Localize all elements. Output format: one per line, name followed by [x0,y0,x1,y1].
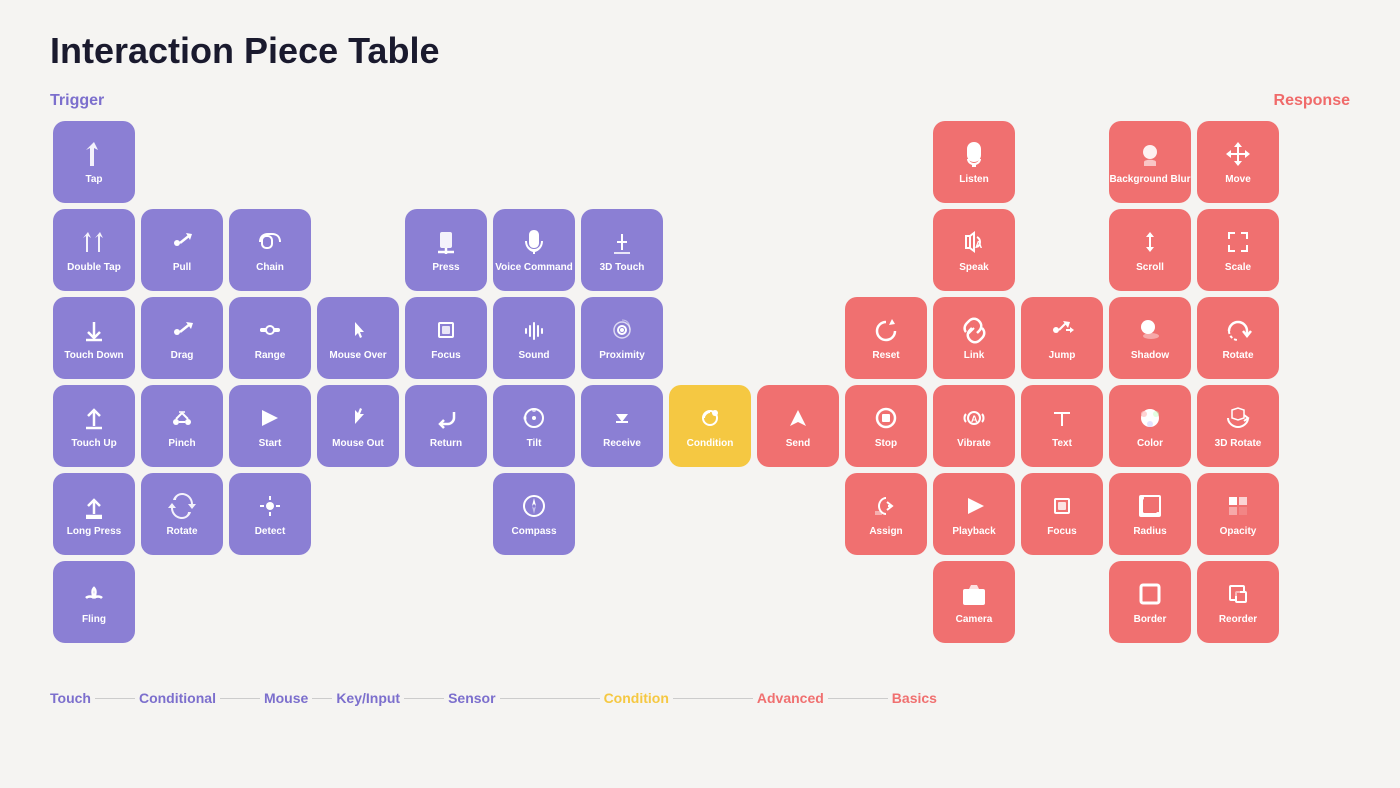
cell-speak[interactable]: A Speak [933,209,1015,291]
cell-background-blur[interactable]: Background Blur [1109,121,1191,203]
cell-move[interactable]: Move [1197,121,1279,203]
cell-compass[interactable]: Compass [493,473,575,555]
cell-return[interactable]: Return [405,385,487,467]
cell-sound[interactable]: Sound [493,297,575,379]
cell-mouse-over[interactable]: Mouse Over [317,297,399,379]
cell-3d-touch[interactable]: 3D Touch [581,209,663,291]
cell-rotate-resp[interactable]: Rotate [1197,297,1279,379]
cell-proximity[interactable]: Proximity [581,297,663,379]
trigger-label: Trigger [50,92,104,110]
cell-detect[interactable]: Detect [229,473,311,555]
cell-tilt[interactable]: Tilt [493,385,575,467]
response-label: Response [1274,92,1350,110]
cell-range[interactable]: Range [229,297,311,379]
cell-link[interactable]: Link [933,297,1015,379]
cell-focus-trig[interactable]: Focus [405,297,487,379]
cell-double-tap[interactable]: Double Tap [53,209,135,291]
cell-text[interactable]: Text [1021,385,1103,467]
cell-start[interactable]: Start [229,385,311,467]
cell-tap[interactable]: Tap [53,121,135,203]
cell-pinch[interactable]: Pinch [141,385,223,467]
cell-touch-down[interactable]: Touch Down [53,297,135,379]
cell-shadow[interactable]: Shadow [1109,297,1191,379]
svg-text:A: A [975,240,982,251]
page-title: Interaction Piece Table [50,30,1350,72]
cell-scale[interactable]: Scale [1197,209,1279,291]
footer-sensor: Sensor [448,690,495,706]
cell-playback[interactable]: Playback [933,473,1015,555]
cell-receive[interactable]: Receive [581,385,663,467]
cell-radius[interactable]: Radius [1109,473,1191,555]
cell-camera[interactable]: Camera [933,561,1015,643]
category-labels: Trigger Response [50,92,1350,110]
cell-condition[interactable]: Condition [669,385,751,467]
cell-chain[interactable]: Chain [229,209,311,291]
cell-3d-rotate[interactable]: 3D Rotate [1197,385,1279,467]
footer-condition: Condition [604,690,669,706]
footer-keyinput: Key/Input [336,690,400,706]
cell-focus-resp[interactable]: Focus [1021,473,1103,555]
cell-press[interactable]: Press [405,209,487,291]
cell-rotate-trig[interactable]: Rotate [141,473,223,555]
cell-jump[interactable]: Jump [1021,297,1103,379]
cell-long-press[interactable]: Long Press [53,473,135,555]
cell-color[interactable]: Color [1109,385,1191,467]
cell-opacity[interactable]: Opacity [1197,473,1279,555]
cell-vibrate[interactable]: A Vibrate [933,385,1015,467]
cell-border[interactable]: Border [1109,561,1191,643]
cell-listen[interactable]: Listen [933,121,1015,203]
cell-touch-up[interactable]: Touch Up [53,385,135,467]
footer-basics: Basics [892,690,937,706]
footer-touch: Touch [50,690,91,706]
cell-mouse-out[interactable]: Mouse Out [317,385,399,467]
cell-assign[interactable]: Assign [845,473,927,555]
cell-send[interactable]: Send [757,385,839,467]
footer-labels: Touch Conditional Mouse Key/Input Sensor… [50,690,1350,706]
page: Interaction Piece Table Trigger Response… [0,0,1400,726]
cell-reorder[interactable]: Reorder [1197,561,1279,643]
cell-fling[interactable]: Fling [53,561,135,643]
svg-text:A: A [971,414,978,424]
cell-stop[interactable]: Stop [845,385,927,467]
cell-reset[interactable]: Reset [845,297,927,379]
cell-scroll[interactable]: Scroll [1109,209,1191,291]
cell-pull[interactable]: Pull [141,209,223,291]
footer-advanced: Advanced [757,690,824,706]
main-grid: Tap Listen Background Blur Move [50,118,1350,678]
footer-conditional: Conditional [139,690,216,706]
footer-mouse: Mouse [264,690,308,706]
cell-voice-command[interactable]: Voice Command [493,209,575,291]
cell-drag[interactable]: Drag [141,297,223,379]
